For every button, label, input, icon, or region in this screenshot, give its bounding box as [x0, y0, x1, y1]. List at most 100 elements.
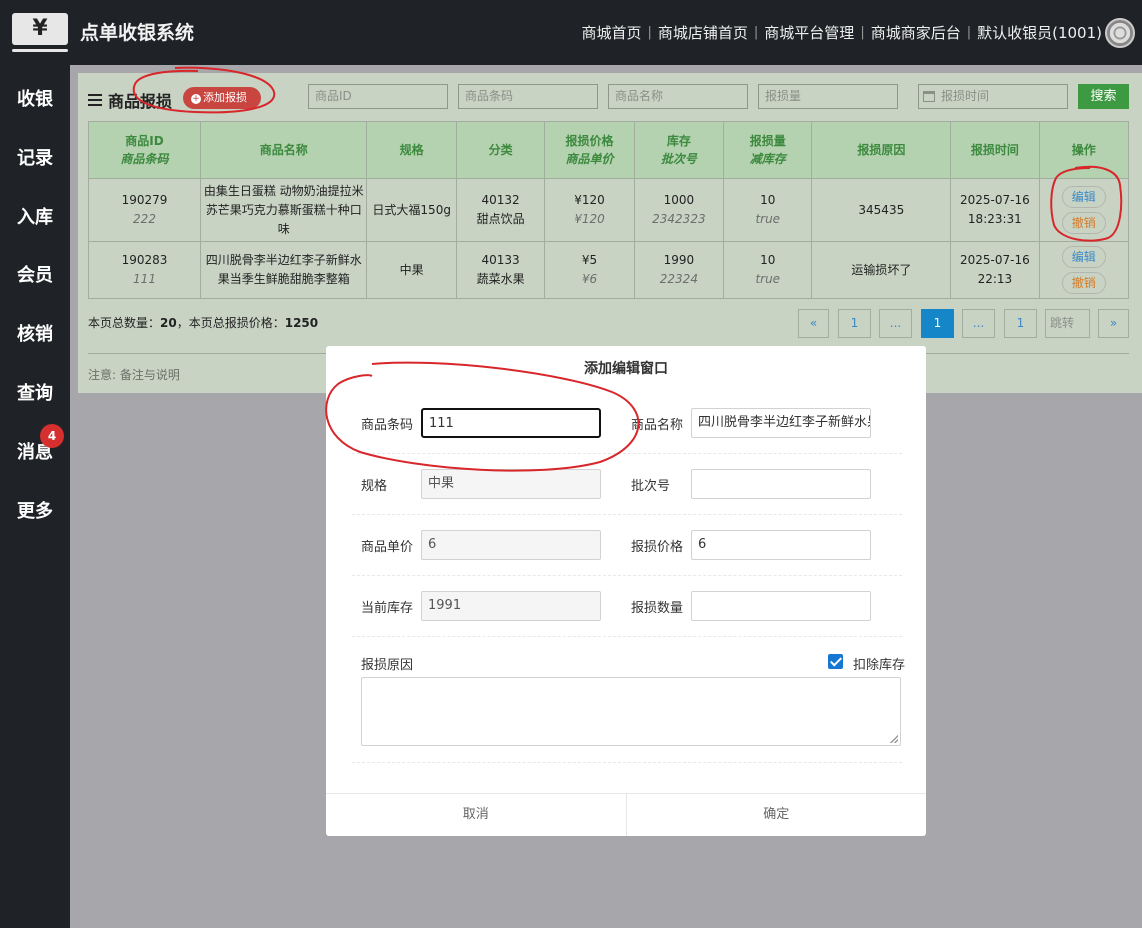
cell-actions: 编辑 撤销: [1038, 241, 1130, 299]
cell-time: 2025-07-16 22:13: [950, 241, 1040, 299]
edit-button[interactable]: 编辑: [1061, 186, 1106, 208]
header-stock: 库存 批次号: [633, 121, 725, 179]
message-badge: 4: [40, 424, 64, 448]
row-divider: [352, 575, 902, 576]
header-loss-price: 报损价格 商品单价: [544, 121, 635, 179]
page-summary: 本页总数量：20，本页总报损价格：1250: [88, 316, 319, 330]
label-barcode: 商品条码: [361, 418, 414, 433]
cell-stock: 1000 2342323: [633, 178, 725, 242]
sidebar-item-verify[interactable]: 核销: [0, 320, 70, 346]
sidebar-item-more[interactable]: 更多: [0, 497, 70, 523]
label-reason: 报损原因: [361, 658, 414, 673]
filter-name[interactable]: 商品名称: [608, 84, 748, 109]
pager-current[interactable]: 1: [921, 309, 954, 338]
nav-separator: |: [647, 25, 652, 40]
pager-jump-input[interactable]: 跳转: [1045, 309, 1090, 338]
pager-ellipsis[interactable]: ...: [962, 309, 995, 338]
header-actions: 操作: [1038, 121, 1130, 179]
cell-price: ¥5 ¥6: [544, 241, 635, 299]
label-current-stock: 当前库存: [361, 601, 414, 616]
logo-icon[interactable]: ¥: [12, 13, 68, 45]
cell-id: 190279 222: [87, 178, 202, 242]
pager-prev[interactable]: «: [798, 309, 829, 338]
plus-circle-icon: +: [191, 94, 201, 104]
edit-button[interactable]: 编辑: [1061, 246, 1106, 268]
page-title-text: 商品报损: [108, 92, 173, 111]
pager-first[interactable]: 1: [838, 309, 871, 338]
header-spec: 规格: [366, 121, 457, 179]
cell-name: 四川脱骨李半边红李子新鲜水果当季生鲜脆甜脆李整箱: [200, 241, 368, 299]
cell-price: ¥120 ¥120: [544, 178, 635, 242]
deduct-stock-label: 扣除库存: [853, 658, 906, 673]
row-divider: [352, 636, 902, 637]
cell-spec: 中果: [366, 241, 457, 299]
cell-spec: 日式大福150g: [366, 178, 457, 242]
header-loss-qty: 报损量 减库存: [723, 121, 813, 179]
resize-handle-icon[interactable]: [890, 735, 898, 743]
header-reason: 报损原因: [811, 121, 952, 179]
label-loss-price: 报损价格: [631, 540, 684, 555]
loss-qty-input[interactable]: [691, 591, 871, 621]
nav-mall-home[interactable]: 商城首页: [581, 22, 641, 43]
reason-textarea[interactable]: [361, 677, 901, 746]
cell-loss-qty: 10 true: [723, 178, 813, 242]
cell-stock: 1990 22324: [633, 241, 725, 299]
current-stock-input[interactable]: 1991: [421, 591, 601, 621]
label-batch: 批次号: [631, 479, 671, 494]
deduct-stock-checkbox[interactable]: [828, 654, 843, 669]
cell-reason: 运输损坏了: [811, 241, 952, 299]
header-category: 分类: [455, 121, 546, 179]
avatar[interactable]: [1105, 18, 1135, 48]
nav-platform-admin[interactable]: 商城平台管理: [764, 22, 854, 43]
nav-shop-home[interactable]: 商城店铺首页: [658, 22, 748, 43]
barcode-input[interactable]: 111: [421, 408, 601, 438]
top-bar: ¥ 点单收银系统 商城首页 | 商城店铺首页 | 商城平台管理 | 商城商家后台…: [0, 0, 1142, 65]
top-nav: 商城首页 | 商城店铺首页 | 商城平台管理 | 商城商家后台 | 默认收银员(…: [581, 22, 1102, 43]
row-divider: [352, 453, 902, 454]
sidebar-item-stock-in[interactable]: 入库: [0, 203, 70, 229]
sidebar-item-members[interactable]: 会员: [0, 261, 70, 287]
filter-loss-qty[interactable]: 报损量: [758, 84, 898, 109]
label-unit-price: 商品单价: [361, 540, 414, 555]
revoke-button[interactable]: 撤销: [1061, 212, 1106, 234]
cell-time: 2025-07-16 18:23:31: [950, 178, 1040, 242]
sidebar-item-cashier[interactable]: 收银: [0, 85, 70, 111]
pager-last[interactable]: 1: [1004, 309, 1037, 338]
edit-dialog: 添加编辑窗口 商品条码 111 商品名称 四川脱骨李半边红李子新鲜水果 规格 中…: [326, 346, 926, 836]
search-button[interactable]: 搜索: [1078, 84, 1129, 109]
filter-loss-time[interactable]: 报损时间: [918, 84, 1068, 109]
row-divider: [352, 762, 902, 763]
add-loss-label: 添加报损: [203, 91, 247, 104]
cell-actions: 编辑 撤销: [1038, 178, 1130, 242]
sidebar-item-records[interactable]: 记录: [0, 144, 70, 170]
spec-input[interactable]: 中果: [421, 469, 601, 499]
calendar-icon: [923, 91, 935, 102]
logo-underline: [12, 49, 68, 52]
dialog-footer: 取消 确定: [326, 793, 926, 836]
table-header-row: 商品ID 商品条码 商品名称 规格 分类 报损价格 商品单价 库存 批次号 报损量 减库…: [87, 121, 1130, 179]
pager-ellipsis[interactable]: ...: [879, 309, 912, 338]
nav-cashier-user[interactable]: 默认收银员(1001): [977, 22, 1102, 43]
product-name-input[interactable]: 四川脱骨李半边红李子新鲜水果: [691, 408, 871, 438]
cell-loss-qty: 10 true: [723, 241, 813, 299]
label-spec: 规格: [361, 479, 388, 494]
list-icon: [88, 94, 102, 106]
unit-price-input[interactable]: 6: [421, 530, 601, 560]
filter-barcode[interactable]: 商品条码: [458, 84, 598, 109]
cell-category: 40132 甜点饮品: [455, 178, 546, 242]
add-loss-button[interactable]: + 添加报损: [183, 87, 261, 109]
batch-input[interactable]: [691, 469, 871, 499]
cancel-button[interactable]: 取消: [326, 794, 626, 836]
loss-price-input[interactable]: 6: [691, 530, 871, 560]
label-product-name: 商品名称: [631, 418, 684, 433]
revoke-button[interactable]: 撤销: [1061, 272, 1106, 294]
sidebar-item-query[interactable]: 查询: [0, 379, 70, 405]
filter-product-id[interactable]: 商品ID: [308, 84, 448, 109]
confirm-button[interactable]: 确定: [625, 794, 927, 836]
loss-table: 商品ID 商品条码 商品名称 规格 分类 报损价格 商品单价 库存 批次号 报损量 减库…: [87, 121, 1130, 299]
nav-separator: |: [966, 25, 972, 40]
nav-merchant-admin[interactable]: 商城商家后台: [871, 22, 961, 43]
cell-name: 由集生日蛋糕 动物奶油提拉米苏芒果巧克力慕斯蛋糕十种口味: [200, 178, 368, 242]
app-title: 点单收银系统: [80, 22, 195, 44]
pager-next[interactable]: »: [1098, 309, 1129, 338]
